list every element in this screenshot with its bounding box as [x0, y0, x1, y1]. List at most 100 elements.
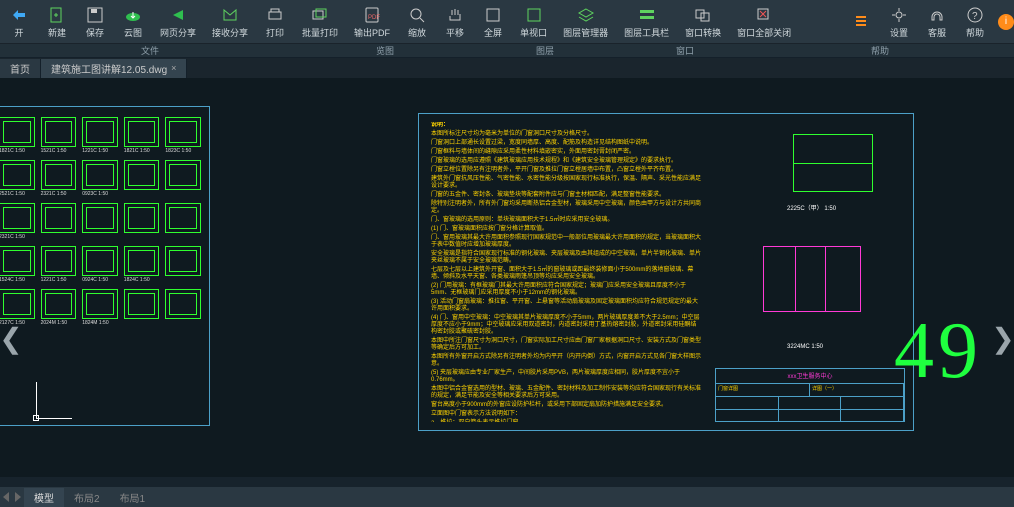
pan-button[interactable]: 平移 [436, 0, 474, 43]
note-line: 安全玻璃是指符合国家现行标准的钢化玻璃、夹层玻璃及由其组成的中空玻璃，单片半钢化… [431, 251, 701, 265]
svg-text:PDF: PDF [368, 15, 380, 21]
tab-next-icon[interactable] [15, 492, 21, 502]
status-bar [0, 477, 1014, 487]
share-label: 网页分享 [160, 26, 196, 39]
viewport-button[interactable]: 单视口 [512, 0, 555, 43]
next-arrow-icon[interactable]: ❯ [992, 318, 1014, 358]
full-icon [483, 5, 503, 25]
pdf-button[interactable]: PDF 输出PDF [346, 0, 398, 43]
help-button[interactable]: ?帮助 [956, 0, 994, 43]
window-thumb: 1521C 1:50 [41, 117, 77, 154]
cloud-button[interactable]: 云图 [114, 0, 152, 43]
tab-layout2[interactable]: 布局2 [64, 488, 110, 507]
vp-icon [524, 5, 544, 25]
settings-label: 设置 [890, 26, 908, 39]
document-tabs: 首页 建筑施工图讲解12.05.dwg × [0, 58, 1014, 78]
service-button[interactable]: 客服 [918, 0, 956, 43]
tab-home[interactable]: 首页 [0, 59, 41, 78]
window-thumb [82, 203, 118, 240]
full-button[interactable]: 全屏 [474, 0, 512, 43]
open-button[interactable]: 开 [0, 0, 38, 43]
window-thumb [124, 289, 160, 326]
note-line: 门窗立樘位置除另有注明者外，平开门窗及推拉门窗立樘居墙中布置，凸窗立樘外平齐布置… [431, 167, 701, 174]
window-thumb [124, 160, 160, 197]
window-thumb: 0923C 1:50 [82, 160, 118, 197]
layertool-icon [637, 5, 657, 25]
window-thumb [165, 160, 201, 197]
help-icon: ? [965, 5, 985, 25]
closeall-icon [754, 5, 774, 25]
note-line: 建筑外门窗抗风压性能、气密性能、水密性能分级按国家现行标准执行，保温、隔声、采光… [431, 176, 701, 190]
note-line: 门、窗用玻璃其最大许用面积参照现行国家规范中一般部位用玻璃最大许用面积的规定，当… [431, 235, 701, 249]
headset-icon [927, 5, 947, 25]
tab-model[interactable]: 模型 [24, 488, 64, 507]
hand-icon [445, 5, 465, 25]
window-thumb [41, 203, 77, 240]
note-line: a、推拉：双向箭头表示推拉门窗。 [431, 420, 701, 422]
group-图层: 图层 [470, 44, 620, 57]
service-label: 客服 [928, 26, 946, 39]
print-label: 打印 [266, 26, 284, 39]
drawing-canvas[interactable]: 1821C 1:501521C 1:501221C 1:501821C 1:50… [0, 78, 1014, 478]
viewport-label: 单视口 [520, 26, 547, 39]
note-line: (2) 门用玻璃：有框玻璃门其最大许用面积应符合国家规定；玻璃门应采用安全玻璃且… [431, 283, 701, 297]
note-line: 门窗洞口上部通长设置过梁，宽度同墙厚、高度、配筋及构造详见结构图纸中说明。 [431, 140, 701, 147]
full-label: 全屏 [484, 26, 502, 39]
detail-a-label: 2225C（甲） 1:50 [787, 203, 836, 212]
sheet-detail: 说明：本图所标注尺寸均为毫米为单位的门窗洞口尺寸及分格尺寸。门窗洞口上部通长设置… [418, 113, 914, 431]
batch-button[interactable]: 批量打印 [294, 0, 346, 43]
window-thumb: 2024M 1:50 [41, 289, 77, 326]
window-thumb: 1821C 1:50 [0, 117, 35, 154]
inbox-icon [220, 5, 240, 25]
window-thumb: 1524C 1:50 [0, 246, 35, 283]
note-line: 除特别注明者外，所有外门窗均采用断热铝合金型材，玻璃采用中空玻璃，颜色由甲方与设… [431, 201, 701, 215]
zoom-label: 缩放 [408, 26, 426, 39]
layertool-button[interactable]: 图层工具栏 [616, 0, 677, 43]
layers-icon [576, 5, 596, 25]
printer-icon [265, 5, 285, 25]
share-button[interactable]: 网页分享 [152, 0, 204, 43]
layermgr-button[interactable]: 图层管理器 [555, 0, 616, 43]
window-thumb: 2321C 1:50 [41, 160, 77, 197]
zoom-button[interactable]: 缩放 [398, 0, 436, 43]
batch-icon [310, 5, 330, 25]
group-窗口: 窗口 [620, 44, 750, 57]
settings-button[interactable]: 设置 [880, 0, 918, 43]
search-icon [407, 5, 427, 25]
note-line: 门、窗玻璃的选用原则：单块玻璃面积大于1.5㎡时应采用安全玻璃。 [431, 217, 701, 224]
slide-number: 49 [894, 306, 982, 397]
detail-2225c: 2225C（甲） 1:50 [763, 130, 883, 212]
window-thumb: 1824C 1:50 [124, 246, 160, 283]
info-badge[interactable]: i [998, 14, 1014, 30]
tab-prev-icon[interactable] [3, 492, 9, 502]
winsw-button[interactable]: 窗口转换 [677, 0, 729, 43]
closeall-button[interactable]: 窗口全部关闭 [729, 0, 799, 43]
note-line: (5) 夹层玻璃应由专业厂家生产，中间胶片采用PVB，两片玻璃厚度应相同，胶片厚… [431, 370, 701, 384]
floppy-icon [85, 5, 105, 25]
note-line: 七层及七层以上建筑外开窗、面积大于1.5㎡的窗玻璃或距最终装修面小于500mm的… [431, 267, 701, 281]
pdf-label: 输出PDF [354, 26, 390, 39]
note-line: 窗台高度小于900mm的外窗应设防护栏杆，或采用下部固定扇加防护措施满足安全要求… [431, 402, 701, 409]
detail-b-label: 3224MC 1:50 [787, 344, 823, 350]
window-thumb: 1824M 1:50 [82, 289, 118, 326]
title-block: xxx卫生服务中心 门窗详图详图（一） [715, 368, 905, 422]
tab-layout1[interactable]: 布局1 [110, 488, 156, 507]
note-line: 本图所标注尺寸均为毫米为单位的门窗洞口尺寸及分格尺寸。 [431, 131, 701, 138]
list-icon [851, 11, 871, 31]
new-button[interactable]: 新建 [38, 0, 76, 43]
group-览图: 览图 [300, 44, 470, 57]
closeall-label: 窗口全部关闭 [737, 26, 791, 39]
tab-active-file[interactable]: 建筑施工图讲解12.05.dwg × [41, 59, 187, 78]
share-icon [168, 5, 188, 25]
list-button[interactable] [842, 0, 880, 43]
receive-button[interactable]: 接收分享 [204, 0, 256, 43]
layout-tabs: 模型 布局2 布局1 [0, 487, 1014, 507]
print-button[interactable]: 打印 [256, 0, 294, 43]
save-button[interactable]: 保存 [76, 0, 114, 43]
close-icon[interactable]: × [171, 63, 176, 73]
new-label: 新建 [48, 26, 66, 39]
prev-arrow-icon[interactable]: ❮ [0, 318, 22, 358]
window-thumb: 0924C 1:50 [82, 246, 118, 283]
open-label: 开 [14, 26, 23, 39]
batch-label: 批量打印 [302, 26, 338, 39]
